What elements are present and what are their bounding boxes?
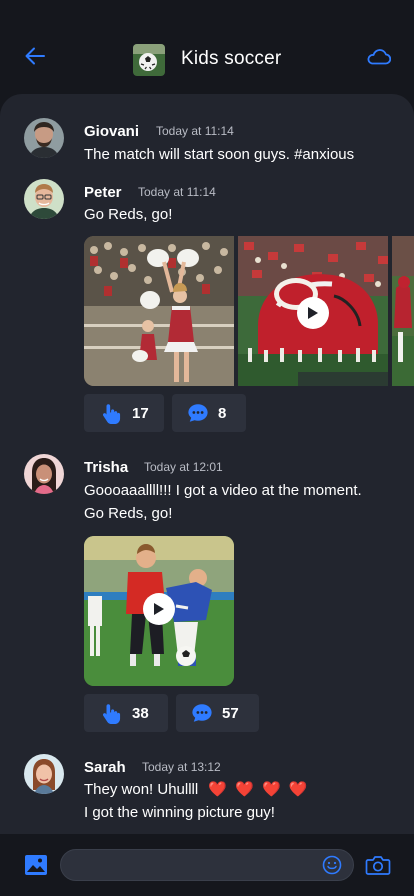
like-reaction-button[interactable]: 17 <box>84 394 164 432</box>
comment-count: 57 <box>222 704 239 722</box>
smiley-icon[interactable] <box>322 855 342 875</box>
comment-reaction-button[interactable]: 57 <box>176 694 259 732</box>
message-input[interactable] <box>60 849 354 881</box>
message-timestamp: Today at 12:01 <box>144 460 223 474</box>
message-text-span: They won! Uhullll <box>84 781 199 798</box>
avatar[interactable] <box>24 454 64 494</box>
hand-pointer-icon <box>102 704 121 724</box>
like-reaction-button[interactable]: 38 <box>84 694 168 732</box>
message-text-line: Goooaaallll!!! I got a video at the mome… <box>84 482 362 499</box>
comment-count: 8 <box>218 404 227 422</box>
image-icon[interactable] <box>24 854 48 876</box>
like-count: 38 <box>132 704 149 722</box>
video-kids-soccer[interactable] <box>84 536 234 686</box>
like-count: 17 <box>132 404 149 422</box>
avatar[interactable] <box>24 754 64 794</box>
chat-bubble-icon <box>188 404 208 422</box>
message-timestamp: Today at 11:14 <box>156 124 234 138</box>
message-text-line: They won! Uhullll ❤️ ❤️ ❤️ ❤️ <box>84 778 394 801</box>
message-text-line: Go Reds, go! <box>84 505 173 522</box>
message-text: They won! Uhullll ❤️ ❤️ ❤️ ❤️ I got the … <box>84 778 394 824</box>
video-stadium-helmet[interactable] <box>238 236 388 386</box>
avatar[interactable] <box>24 179 64 219</box>
group-avatar[interactable] <box>133 44 165 76</box>
play-icon[interactable] <box>143 593 175 625</box>
message-timestamp: Today at 13:12 <box>142 760 221 774</box>
hearts-emoji: ❤️ ❤️ ❤️ ❤️ <box>208 781 310 798</box>
sender-name: Giovani <box>84 123 140 140</box>
message-timestamp: Today at 11:14 <box>138 185 216 199</box>
message-text: Goooaaallll!!! I got a video at the mome… <box>84 479 394 525</box>
composer-bar <box>0 834 414 896</box>
chat-panel: Giovani Today at 11:14 The match will st… <box>0 94 414 834</box>
top-bar: Kids soccer <box>0 0 414 96</box>
cloud-icon[interactable] <box>365 47 391 65</box>
message-text: Go Reds, go! <box>84 206 173 223</box>
chat-bubble-icon <box>192 704 212 722</box>
sender-name: Sarah <box>84 759 126 776</box>
message-text-line: I got the winning picture guy! <box>84 804 275 821</box>
arrow-left-icon[interactable] <box>24 46 46 66</box>
group-title: Kids soccer <box>181 48 282 69</box>
photo-players-partial[interactable] <box>392 236 414 386</box>
comment-reaction-button[interactable]: 8 <box>172 394 246 432</box>
hand-pointer-icon <box>102 404 121 424</box>
sender-name: Trisha <box>84 459 129 476</box>
avatar[interactable] <box>24 118 64 158</box>
sender-name: Peter <box>84 184 122 201</box>
message-text: The match will start soon guys. #anxious <box>84 146 355 163</box>
camera-icon[interactable] <box>365 854 391 876</box>
photo-cheerleaders[interactable] <box>84 236 234 386</box>
play-icon[interactable] <box>297 297 329 329</box>
